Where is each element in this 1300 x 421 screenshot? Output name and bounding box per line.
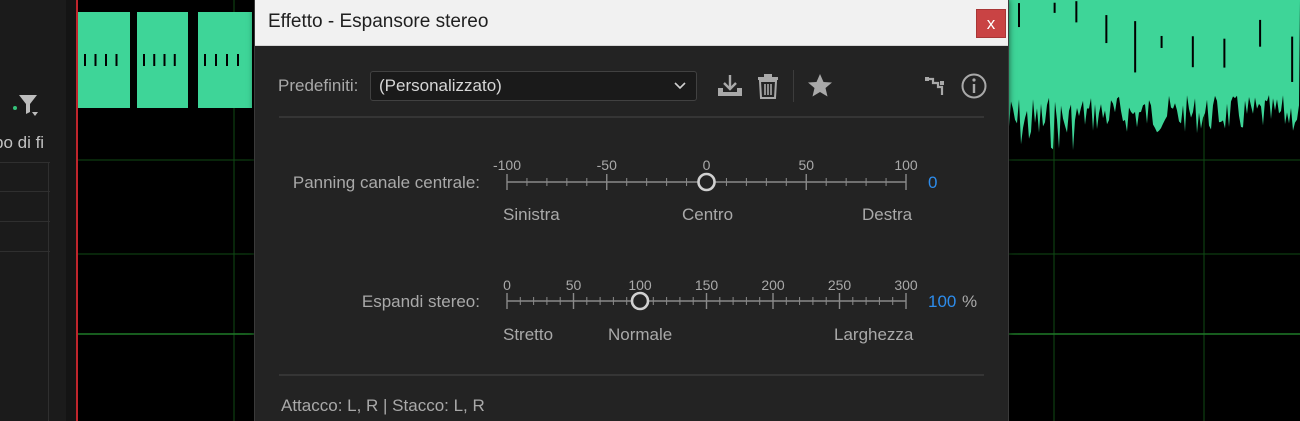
slider-scale-label: 250 [828,277,852,293]
waveform-gap [1134,21,1137,73]
slider-scale-label: 100 [628,277,652,293]
waveform-gap [153,54,156,66]
left-panel: po di fi [0,0,67,421]
stereo-expander-dialog: Effetto - Espansore stereo x Predefiniti… [254,0,1009,421]
slider-scale-label: 0 [503,277,511,293]
expand-stereo-value[interactable]: 100 [928,292,956,312]
waveform-gap [1105,15,1108,44]
divider [279,374,984,376]
waveform-gap [226,54,228,66]
expand-stereo-slider[interactable]: 0 50 100 150 200 250 300 [255,0,1008,421]
filter-icon[interactable] [10,90,40,120]
waveform-gap [204,54,206,66]
panel-column-label: po di fi [0,133,45,152]
slider-scale-label: 300 [894,277,918,293]
waveform-gap [1259,19,1262,47]
waveform-gap [105,54,107,66]
slider-handle[interactable] [630,291,650,311]
waveform-gap [237,54,239,66]
waveform-gap [143,54,145,66]
expand-stereo-wide-label: Larghezza [834,325,914,344]
waveform-gap [84,54,86,66]
expand-stereo-narrow-label: Stretto [503,325,554,344]
waveform-gap [94,54,97,66]
expand-stereo-unit: % [962,292,978,311]
waveform-gap [115,54,118,66]
waveform-gap [173,54,176,66]
waveform-gap [1075,1,1078,23]
waveform-shape [1007,0,1300,151]
waveform-gap [1191,36,1194,68]
expand-stereo-normal-label: Normale [608,325,673,344]
slider-scale-label: 150 [695,277,719,293]
waveform-block [198,12,252,108]
waveform-gap [163,54,166,66]
waveform-gap [1160,35,1163,48]
slider-scale-label: 50 [566,277,582,293]
waveform-gap [1018,3,1020,28]
slider-scale-label: 200 [761,277,785,293]
waveform-gap [1291,36,1294,82]
waveform-gap [215,54,217,66]
waveform-gap [1053,2,1056,13]
channel-status-text: Attacco: L, R | Stacco: L, R [281,396,485,415]
waveform-gap [1223,38,1226,68]
